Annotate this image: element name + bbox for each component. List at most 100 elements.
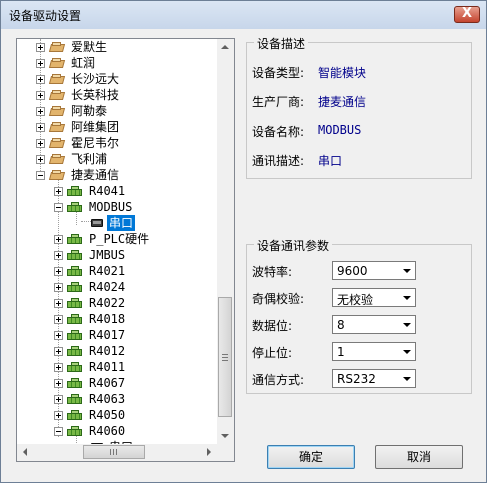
device-module-icon	[67, 298, 83, 309]
device-description-group: 设备描述 设备类型: 智能模块 生产厂商: 捷麦通信 设备名称: MODBUS …	[246, 35, 472, 179]
title-bar[interactable]: 设备驱动设置 X	[1, 1, 486, 29]
data-bits-label: 数据位:	[252, 319, 293, 333]
grip-line	[113, 449, 114, 455]
expand-icon[interactable]	[54, 251, 63, 260]
tree-label: R4021	[89, 264, 126, 278]
scroll-up-button[interactable]	[217, 39, 234, 56]
tree-label: R4011	[89, 360, 126, 374]
device-module-icon	[67, 234, 83, 245]
tree-label: R4024	[89, 280, 126, 294]
manufacturer-label: 生产厂商:	[252, 95, 305, 109]
device-name-value: MODBUS	[318, 123, 362, 137]
tree-label: 霍尼韦尔	[71, 136, 120, 150]
device-type-label: 设备类型:	[252, 66, 305, 80]
grip-line	[116, 449, 117, 455]
tree-label-selected: 串口	[107, 215, 136, 231]
parity-select[interactable]: 无校验	[332, 288, 416, 307]
dropdown-button[interactable]	[399, 289, 415, 306]
stop-bits-value: 1	[337, 345, 345, 359]
expand-icon[interactable]	[36, 107, 45, 116]
expand-icon[interactable]	[54, 379, 63, 388]
expand-icon[interactable]	[54, 331, 63, 340]
device-module-icon	[67, 346, 83, 357]
expand-icon[interactable]	[36, 75, 45, 84]
tree-label: R4018	[89, 312, 126, 326]
baud-rate-label: 波特率:	[252, 265, 293, 279]
grip-line	[222, 354, 228, 355]
chevron-down-icon	[403, 377, 411, 381]
window-title: 设备驱动设置	[9, 9, 82, 23]
collapse-icon[interactable]	[36, 171, 45, 180]
expand-icon[interactable]	[36, 59, 45, 68]
stop-bits-label: 停止位:	[252, 346, 293, 360]
vendor-folder-icon	[49, 105, 65, 117]
parity-label: 奇偶校验:	[252, 292, 305, 306]
expand-icon[interactable]	[54, 347, 63, 356]
tree-label: 飞利浦	[71, 152, 108, 166]
device-name-label: 设备名称:	[252, 125, 305, 139]
comm-params-group: 设备通讯参数 波特率: 9600 奇偶校验: 无校验 数据位: 8 停止位: 1…	[246, 237, 472, 394]
expand-icon[interactable]	[54, 299, 63, 308]
vendor-folder-icon	[49, 169, 65, 181]
comm-mode-select[interactable]: RS232	[332, 369, 416, 388]
grip-line	[222, 357, 228, 358]
chevron-down-icon	[403, 269, 411, 273]
chevron-down-icon	[221, 434, 229, 438]
data-bits-select[interactable]: 8	[332, 315, 416, 334]
expand-icon[interactable]	[36, 43, 45, 52]
expand-icon[interactable]	[54, 315, 63, 324]
dropdown-button[interactable]	[399, 343, 415, 360]
expand-icon[interactable]	[54, 267, 63, 276]
tree-label: 爱默生	[71, 40, 108, 54]
expand-icon[interactable]	[54, 235, 63, 244]
dialog-window: 设备驱动设置 X 爱默生 虹润 长沙远大 长英科技 阿勒泰 阿维集团 霍尼韦尔 …	[0, 0, 487, 483]
tree-vertical-scrollbar[interactable]	[217, 39, 234, 445]
expand-icon[interactable]	[54, 283, 63, 292]
scroll-right-button[interactable]	[200, 444, 217, 461]
tree-label: 阿勒泰	[71, 104, 108, 118]
scroll-left-button[interactable]	[17, 444, 34, 461]
tree-label: R4063	[89, 392, 126, 406]
tree-label: R4067	[89, 376, 126, 390]
cancel-button[interactable]: 取消	[375, 445, 463, 469]
expand-icon[interactable]	[36, 139, 45, 148]
close-button[interactable]: X	[454, 6, 480, 23]
vendor-folder-icon	[49, 89, 65, 101]
chevron-down-icon	[403, 296, 411, 300]
expand-icon[interactable]	[54, 363, 63, 372]
expand-icon[interactable]	[54, 187, 63, 196]
device-module-icon	[67, 378, 83, 389]
tree-line	[76, 211, 77, 225]
scroll-down-button[interactable]	[217, 428, 234, 445]
device-module-icon	[67, 410, 83, 421]
tree-label: 捷麦通信	[71, 168, 120, 182]
tree-label: 虹润	[71, 56, 96, 70]
comm-mode-label: 通信方式:	[252, 373, 305, 387]
expand-icon[interactable]	[54, 395, 63, 404]
dropdown-button[interactable]	[399, 316, 415, 333]
expand-icon[interactable]	[36, 123, 45, 132]
dropdown-button[interactable]	[399, 262, 415, 279]
baud-rate-select[interactable]: 9600	[332, 261, 416, 280]
expand-icon[interactable]	[36, 155, 45, 164]
tree-horizontal-scrollbar[interactable]	[17, 444, 217, 461]
tree-label: R4012	[89, 344, 126, 358]
device-tree[interactable]: 爱默生 虹润 长沙远大 长英科技 阿勒泰 阿维集团 霍尼韦尔 飞利浦 捷麦通信 …	[16, 38, 235, 462]
stop-bits-select[interactable]: 1	[332, 342, 416, 361]
collapse-icon[interactable]	[54, 427, 63, 436]
tree-label: R4022	[89, 296, 126, 310]
expand-icon[interactable]	[36, 91, 45, 100]
collapse-icon[interactable]	[54, 203, 63, 212]
device-module-icon	[67, 250, 83, 261]
expand-icon[interactable]	[54, 411, 63, 420]
baud-rate-value: 9600	[337, 264, 368, 278]
vertical-scroll-thumb[interactable]	[218, 297, 232, 417]
dropdown-button[interactable]	[399, 370, 415, 387]
vendor-folder-icon	[49, 137, 65, 149]
device-module-icon	[67, 202, 83, 213]
tree-label: R4050	[89, 408, 126, 422]
ok-button[interactable]: 确定	[267, 445, 355, 469]
horizontal-scroll-thumb[interactable]	[83, 445, 145, 459]
tree-label: MODBUS	[89, 200, 133, 214]
tree-label: 长沙远大	[71, 72, 120, 86]
